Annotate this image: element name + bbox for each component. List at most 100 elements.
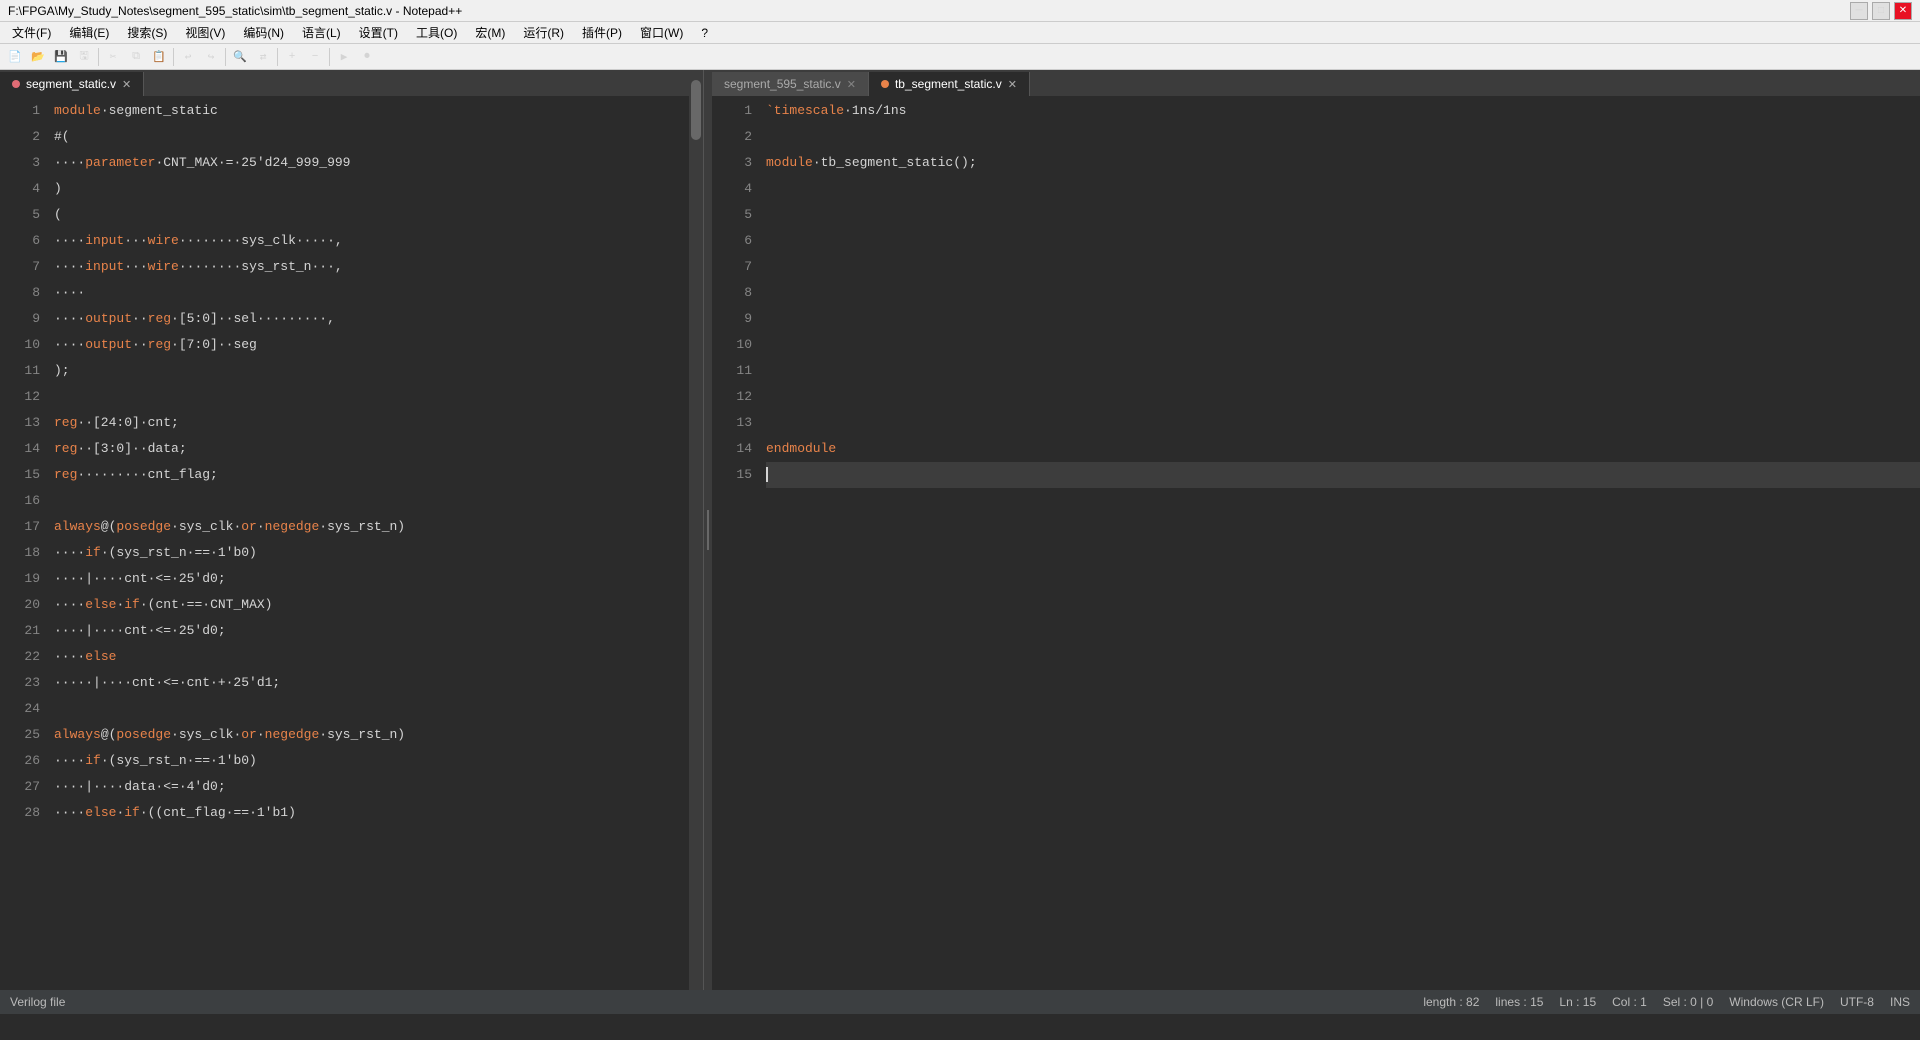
menu-macro[interactable]: 宏(M)	[467, 22, 513, 43]
right-tab-close-1[interactable]: ✕	[847, 78, 856, 91]
open-button[interactable]: 📂	[27, 46, 49, 68]
copy-button[interactable]: ⧉	[125, 46, 147, 68]
code-line: ····input···wire········sys_clk·····,	[54, 228, 703, 254]
right-tab-segment595[interactable]: segment_595_static.v ✕	[712, 72, 869, 96]
minimize-button[interactable]: ─	[1850, 2, 1868, 20]
pane-splitter[interactable]	[704, 70, 712, 990]
save-all-button[interactable]: 🖫	[73, 46, 95, 68]
menu-bar: 文件(F) 编辑(E) 搜索(S) 视图(V) 编码(N) 语言(L) 设置(T…	[0, 22, 1920, 44]
new-button[interactable]: 📄	[4, 46, 26, 68]
zoom-out-button[interactable]: −	[304, 46, 326, 68]
menu-plugins[interactable]: 插件(P)	[574, 22, 630, 43]
code-line: #(	[54, 124, 703, 150]
left-tab-active[interactable]: segment_static.v ✕	[0, 72, 144, 96]
code-line: always@(posedge·sys_clk·or·negedge·sys_r…	[54, 514, 703, 540]
title-bar: F:\FPGA\My_Study_Notes\segment_595_stati…	[0, 0, 1920, 22]
code-line	[54, 488, 703, 514]
right-line-numbers: 12345 678910 1112131415	[712, 96, 762, 990]
code-line: reg··[24:0]·cnt;	[54, 410, 703, 436]
menu-view[interactable]: 视图(V)	[177, 22, 233, 43]
code-line: ····if·(sys_rst_n·==·1'b0)	[54, 748, 703, 774]
status-ins: INS	[1890, 995, 1910, 1009]
left-tab-close[interactable]: ✕	[122, 78, 131, 91]
status-filetype: Verilog file	[10, 995, 65, 1009]
close-button[interactable]: ✕	[1894, 2, 1912, 20]
right-tab-bar: segment_595_static.v ✕ tb_segment_static…	[712, 70, 1920, 96]
code-line: ····else·if·((cnt_flag·==·1'b1)	[54, 800, 703, 826]
code-line	[766, 410, 1920, 436]
left-scrollbar[interactable]	[689, 96, 703, 990]
menu-language[interactable]: 语言(L)	[294, 22, 349, 43]
run-button[interactable]: ▶	[333, 46, 355, 68]
menu-settings[interactable]: 设置(T)	[351, 22, 406, 43]
code-line: ····|····data·<=·4'd0;	[54, 774, 703, 800]
status-col: Col : 1	[1612, 995, 1647, 1009]
code-line: module·segment_static	[54, 98, 703, 124]
code-line: ····else	[54, 644, 703, 670]
code-line: endmodule	[766, 436, 1920, 462]
code-line	[766, 254, 1920, 280]
menu-file[interactable]: 文件(F)	[4, 22, 59, 43]
code-line	[766, 124, 1920, 150]
code-line	[766, 176, 1920, 202]
right-code-editor[interactable]: 12345 678910 1112131415 `timescale·1ns/1…	[712, 96, 1920, 990]
cut-button[interactable]: ✂	[102, 46, 124, 68]
left-code-editor[interactable]: 12345 678910 1112131415 1617181920 21222…	[0, 96, 703, 990]
left-scrollbar-thumb[interactable]	[691, 96, 701, 140]
code-line: );	[54, 358, 703, 384]
maximize-button[interactable]: □	[1872, 2, 1890, 20]
status-length: length : 82	[1423, 995, 1479, 1009]
redo-button[interactable]: ↪	[200, 46, 222, 68]
right-tab-tb[interactable]: tb_segment_static.v ✕	[869, 72, 1030, 96]
splitter-handle	[707, 510, 709, 550]
status-ln: Ln : 15	[1559, 995, 1596, 1009]
status-charset: UTF-8	[1840, 995, 1874, 1009]
left-line-numbers: 12345 678910 1112131415 1617181920 21222…	[0, 96, 50, 990]
undo-button[interactable]: ↩	[177, 46, 199, 68]
save-button[interactable]: 💾	[50, 46, 72, 68]
replace-button[interactable]: ⇄	[252, 46, 274, 68]
menu-help[interactable]: ?	[693, 24, 716, 42]
left-code-content: 12345 678910 1112131415 1617181920 21222…	[0, 96, 703, 990]
menu-window[interactable]: 窗口(W)	[632, 22, 691, 43]
code-line: always@(posedge·sys_clk·or·negedge·sys_r…	[54, 722, 703, 748]
toolbar-sep-2	[173, 48, 174, 66]
menu-encode[interactable]: 编码(N)	[235, 22, 292, 43]
left-tab-bar: segment_static.v ✕	[0, 70, 703, 96]
code-line	[766, 202, 1920, 228]
right-tab-close-2[interactable]: ✕	[1008, 78, 1017, 91]
code-line: ····else·if·(cnt·==·CNT_MAX)	[54, 592, 703, 618]
code-line	[766, 358, 1920, 384]
code-line: `timescale·1ns/1ns	[766, 98, 1920, 124]
editor-area: segment_static.v ✕ 12345 678910 11121314…	[0, 70, 1920, 990]
code-line: reg·········cnt_flag;	[54, 462, 703, 488]
code-line: (	[54, 202, 703, 228]
code-line: reg··[3:0]··data;	[54, 436, 703, 462]
code-line: ····|····cnt·<=·25'd0;	[54, 566, 703, 592]
code-line: ····output··reg·[7:0]··seg	[54, 332, 703, 358]
code-line	[54, 696, 703, 722]
menu-edit[interactable]: 编辑(E)	[61, 22, 117, 43]
left-tab-label: segment_static.v	[26, 77, 116, 91]
menu-run[interactable]: 运行(R)	[515, 22, 572, 43]
code-line	[766, 332, 1920, 358]
menu-search[interactable]: 搜索(S)	[119, 22, 175, 43]
menu-tools[interactable]: 工具(O)	[408, 22, 465, 43]
status-encoding: Windows (CR LF)	[1729, 995, 1824, 1009]
title-text: F:\FPGA\My_Study_Notes\segment_595_stati…	[8, 4, 462, 18]
code-line: ····|····cnt·<=·25'd0;	[54, 618, 703, 644]
status-sel: Sel : 0 | 0	[1663, 995, 1713, 1009]
code-line: ····	[54, 280, 703, 306]
toolbar-sep-1	[98, 48, 99, 66]
code-line: )	[54, 176, 703, 202]
zoom-in-button[interactable]: +	[281, 46, 303, 68]
toolbar-sep-4	[277, 48, 278, 66]
toolbar: 📄 📂 💾 🖫 ✂ ⧉ 📋 ↩ ↪ 🔍 ⇄ + − ▶ ⏺	[0, 44, 1920, 70]
paste-button[interactable]: 📋	[148, 46, 170, 68]
right-tab-label-2: tb_segment_static.v	[895, 77, 1002, 91]
record-button[interactable]: ⏺	[356, 46, 378, 68]
code-line	[766, 306, 1920, 332]
title-controls: ─ □ ✕	[1850, 2, 1912, 20]
right-code-content: 12345 678910 1112131415 `timescale·1ns/1…	[712, 96, 1920, 990]
find-button[interactable]: 🔍	[229, 46, 251, 68]
